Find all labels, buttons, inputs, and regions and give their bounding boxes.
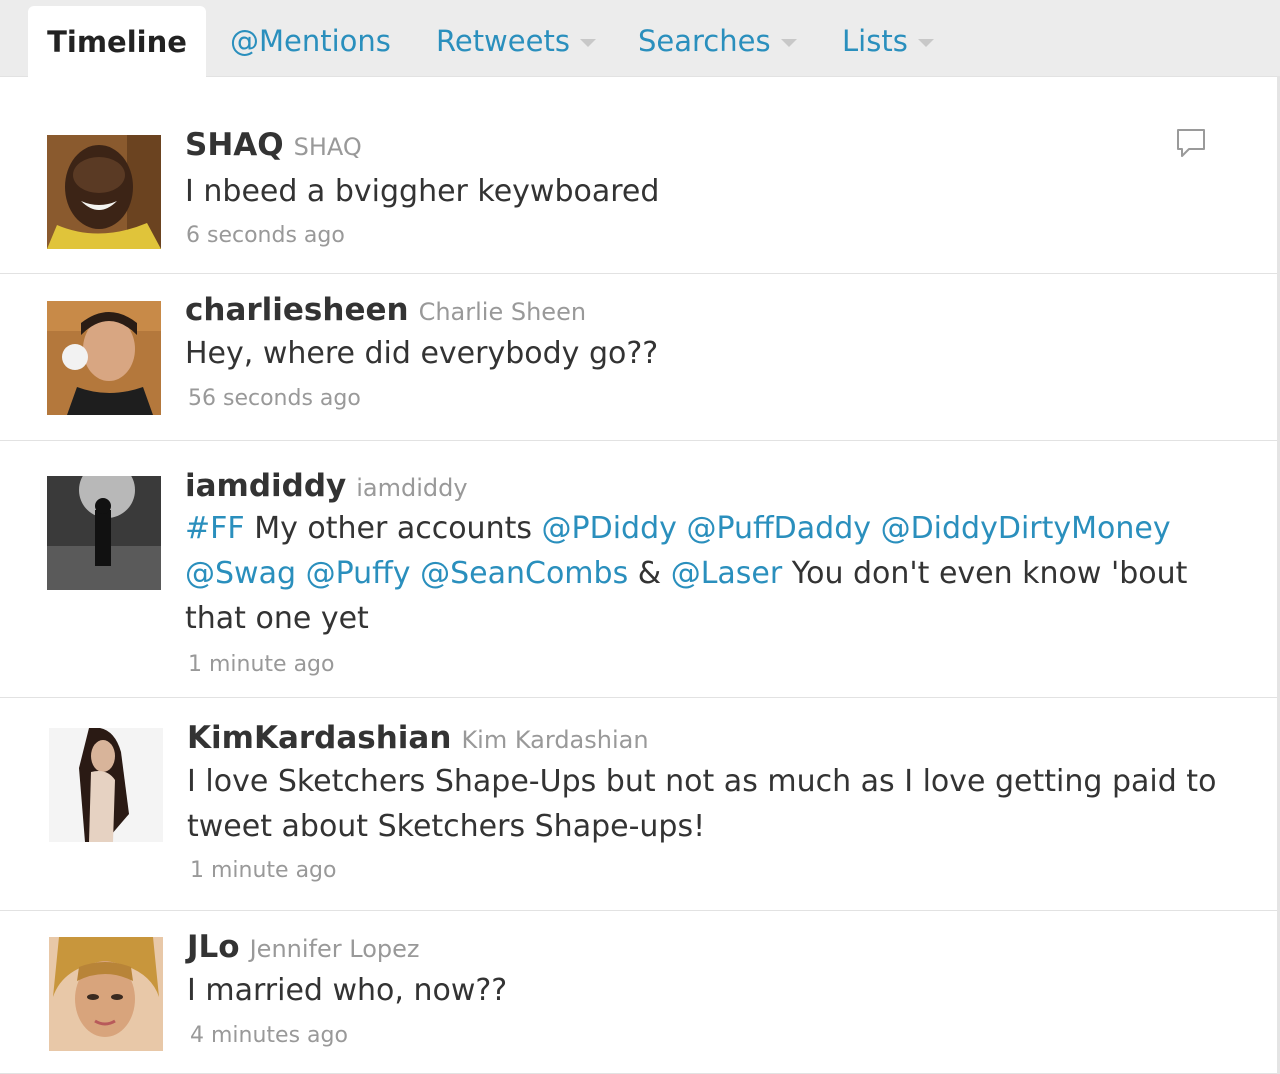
screen-name[interactable]: KimKardashian [187,720,451,756]
tweet-text-segment [871,511,881,546]
timestamp[interactable]: 1 minute ago [188,652,334,677]
avatar[interactable] [47,135,161,249]
reply-icon[interactable] [1174,127,1208,161]
screen-name[interactable]: SHAQ [185,127,284,163]
tweet-link[interactable]: @DiddyDirtyMoney [881,511,1171,546]
chevron-down-icon [917,39,934,47]
screen-name[interactable]: JLo [187,929,240,965]
tweet-header: SHAQ SHAQ [185,127,362,163]
tweet-link[interactable]: @PDiddy [542,511,677,546]
avatar[interactable] [49,728,163,842]
real-name: Jennifer Lopez [249,935,420,963]
tab-searches[interactable]: Searches [638,6,797,76]
tweet-link[interactable]: @Puffy [306,556,411,591]
tweet-item: JLo Jennifer Lopez I married who, now?? 4… [0,911,1277,1074]
tweet-text-segment [411,556,421,591]
tweet-header: KimKardashian Kim Kardashian [187,720,649,756]
tweet-text-segment: & [628,556,671,591]
tab-label: @Mentions [230,24,391,58]
tab-mentions[interactable]: @Mentions [230,6,391,76]
tweet-text: I married who, now?? [187,973,508,1008]
tab-lists[interactable]: Lists [842,6,934,76]
real-name: iamdiddy [356,474,468,502]
tweet-item: charliesheen Charlie Sheen Hey, where did… [0,274,1277,441]
tweet-item: iamdiddy iamdiddy #FF My other accounts @… [0,441,1277,698]
avatar[interactable] [47,301,161,415]
tweet-text-segment: My other accounts [244,511,542,546]
timestamp[interactable]: 4 minutes ago [190,1023,348,1048]
tweet-header: iamdiddy iamdiddy [185,468,468,504]
screen-name[interactable]: iamdiddy [185,468,346,504]
tweet-item: SHAQ SHAQ I nbeed a bviggher keywboared 6… [0,77,1277,274]
tweet-item: KimKardashian Kim Kardashian I love Sketc… [0,698,1277,911]
chevron-down-icon [780,39,797,47]
timestamp[interactable]: 1 minute ago [190,858,336,883]
real-name: Charlie Sheen [418,298,587,326]
tweet-link[interactable]: @SeanCombs [420,556,628,591]
tab-retweets[interactable]: Retweets [436,6,596,76]
tab-label: Searches [638,24,771,58]
avatar[interactable] [47,476,161,590]
tweet-text: #FF My other accounts @PDiddy @PuffDaddy… [185,506,1225,641]
tab-bar: Timeline @Mentions Retweets Searches Lis… [0,0,1280,77]
real-name: SHAQ [293,133,362,161]
timestamp[interactable]: 6 seconds ago [186,223,345,248]
tweet-link[interactable]: @Swag [185,556,296,591]
chevron-down-icon [579,39,596,47]
tab-label: Retweets [436,24,570,58]
avatar[interactable] [49,937,163,1051]
tab-label: Lists [842,24,908,58]
tweet-text-segment [677,511,687,546]
tweet-text-segment [296,556,306,591]
real-name: Kim Kardashian [461,726,649,754]
tweet-text: I love Sketchers Shape-Ups but not as mu… [187,764,1217,844]
tweet-link[interactable]: @Laser [671,556,783,591]
tab-label: Timeline [47,24,187,59]
tweet-header: charliesheen Charlie Sheen [185,292,586,328]
tweet-header: JLo Jennifer Lopez [187,929,419,965]
tweet-text: Hey, where did everybody go?? [185,336,659,371]
tweet-link[interactable]: @PuffDaddy [686,511,871,546]
tweet-link[interactable]: #FF [185,511,245,546]
tweet-text: I nbeed a bviggher keywboared [185,174,660,209]
tab-timeline[interactable]: Timeline [28,6,206,77]
screen-name[interactable]: charliesheen [185,292,409,328]
timestamp[interactable]: 56 seconds ago [188,386,361,411]
